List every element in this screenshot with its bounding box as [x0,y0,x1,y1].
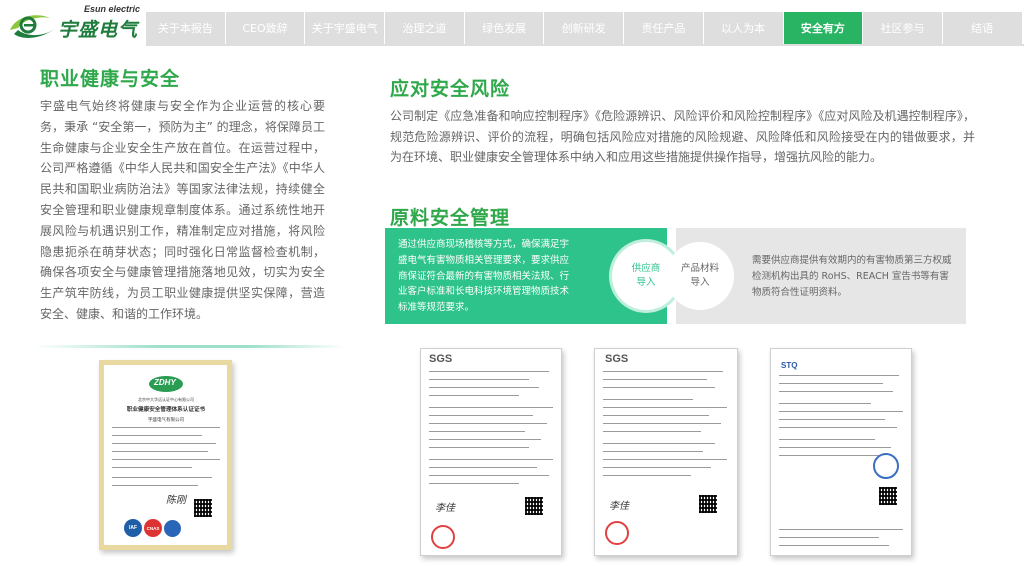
sgs-logo: SGS [605,353,629,365]
nav-tab-innovation[interactable]: 创新研发 [544,12,624,44]
materials-gray-text: 需要供应商提供有效期内的有害物质第三方权威检测机构出具的 RoHS、REACH … [752,255,952,298]
company-logo[interactable]: Esun electric 宇盛电气 [6,4,146,42]
nav-tab-community[interactable]: 社区参与 [863,12,942,44]
nav-tab-ceo[interactable]: CEO致辞 [225,12,305,44]
logo-swoosh-icon [10,15,56,38]
ohsms-certificate-image: ZDHY 北京中大华远认证中心有限公司 职业健康安全管理体系认证证书 宇盛电气有… [99,360,232,550]
nav-tab-governance[interactable]: 治理之道 [385,12,464,44]
nav-underline [146,44,1024,46]
stq-test-report: STQ [770,348,912,556]
nav-tab-people[interactable]: 以人为本 [703,12,783,44]
main-nav: 关于本报告 CEO致辞 关于宇盛电气 治理之道 绿色发展 创新研发 责任产品 以… [146,12,1023,44]
third-badge-icon [164,520,181,537]
nav-tab-report[interactable]: 关于本报告 [146,12,225,44]
health-body: 宇盛电气始终将健康与安全作为企业运营的核心要务，秉承 “安全第一，预防为主” 的… [40,99,325,321]
health-title: 职业健康与安全 [40,68,181,90]
stq-logo: STQ [781,361,798,370]
nav-tab-conclusion[interactable]: 结语 [942,12,1022,44]
sgs-logo: SGS [429,353,453,365]
sgs-qr-code-1 [525,497,543,515]
risk-body: 公司制定《应急准备和响应控制程序》《危险源辨识、风险评价和风险控制程序》《应对风… [390,109,975,164]
iaf-logo: IAF [124,519,142,537]
nav-tab-safety[interactable]: 安全有方 [783,12,863,44]
risk-title: 应对安全风险 [390,78,511,100]
sgs-signature-2: 李佳 [609,501,629,512]
stq-seal [873,453,899,479]
materials-title: 原料安全管理 [390,207,511,229]
logo-english: Esun electric [84,4,141,14]
stq-qr-code [879,487,897,505]
cert-title: 职业健康安全管理体系认证证书 [126,407,206,413]
supplier-intro-label: 供应商导入 [631,263,661,288]
cert-issuer: 北京中大华远认证中心有限公司 [138,397,194,402]
cnas-logo: CNAS [144,519,162,537]
materials-green-text: 通过供应商现场稽核等方式，确保满足宇盛电气有害物质相关管理要求，要求供应商保证符… [398,239,570,314]
cert-signature: 陈刚 [166,495,186,506]
zdhy-logo-text: ZDHY [154,378,176,387]
sgs-stamp-2 [605,521,629,545]
sgs-test-report-1: SGS 李佳 [420,348,562,556]
logo-chinese: 宇盛电气 [58,19,139,41]
cert-company: 宇盛电气有限公司 [148,418,184,423]
sgs-stamp-1 [431,525,455,549]
sgs-test-report-2: SGS 李佳 [594,348,738,556]
nav-tab-green[interactable]: 绿色发展 [464,12,544,44]
nav-tab-about[interactable]: 关于宇盛电气 [305,12,385,44]
cert-qr-code [194,499,212,517]
section-divider [34,345,344,348]
nav-tab-products[interactable]: 责任产品 [624,12,703,44]
material-intro-label: 产品材料导入 [680,263,719,288]
top-bar: Esun electric 宇盛电气 关于本报告 CEO致辞 关于宇盛电气 治理… [0,0,1024,46]
sgs-signature-1: 李佳 [435,503,455,514]
material-intro-circle: 产品材料导入 [666,242,734,310]
sgs-qr-code-2 [699,495,717,513]
